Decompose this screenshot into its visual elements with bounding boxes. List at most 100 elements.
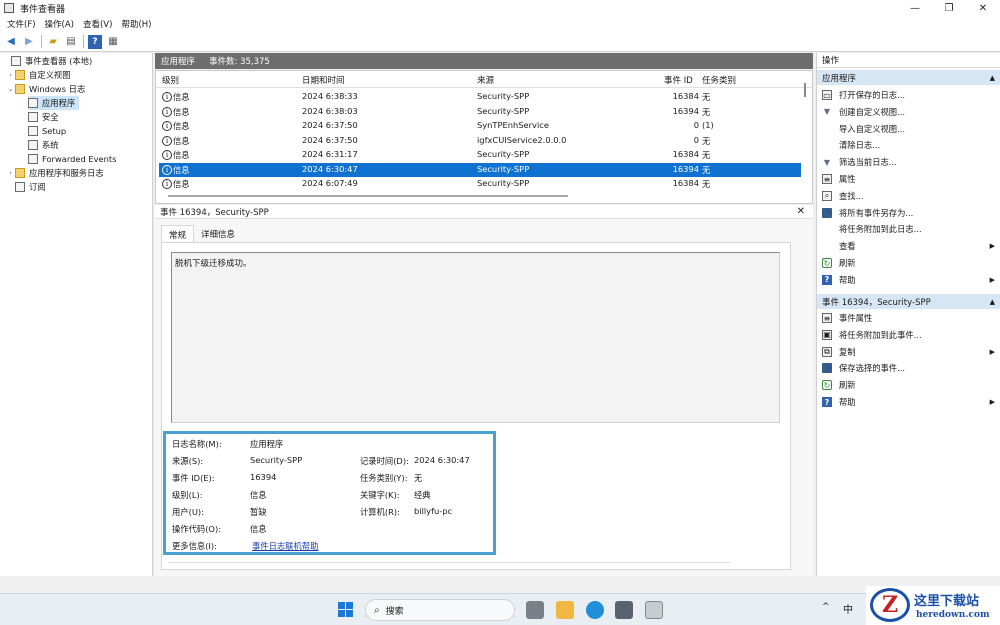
action-item[interactable]: ↻ 刷新 xyxy=(817,255,1000,271)
menu-view[interactable]: 查看(V) xyxy=(83,18,112,30)
find-icon: ⌕ xyxy=(822,190,832,201)
tree-item-application[interactable]: 应用程序 xyxy=(28,96,80,110)
copy-icon: ⧉ xyxy=(822,346,832,357)
up-folder-icon[interactable]: ▰ xyxy=(46,35,60,49)
close-button[interactable]: ✕ xyxy=(966,0,1000,16)
vertical-scrollbar[interactable] xyxy=(804,83,806,97)
cell-source: Security-SPP xyxy=(477,91,530,101)
prop-label: 来源(S): xyxy=(172,456,204,466)
event-viewer-taskbar-icon[interactable] xyxy=(645,601,663,619)
action-item[interactable]: 将任务附加到此日志... xyxy=(817,221,1000,237)
cell-event-id: 0 xyxy=(693,120,699,130)
online-help-link[interactable]: 事件日志联机帮助 xyxy=(252,540,318,552)
action-label: 将任务附加到此日志... xyxy=(839,224,922,235)
tree-label: 应用程序 xyxy=(42,98,76,108)
tree-item-custom-views[interactable]: › 自定义视图 xyxy=(6,68,71,82)
tree-item-forwarded-events[interactable]: Forwarded Events xyxy=(28,152,116,166)
table-row[interactable]: i 信息 2024 6:38:03 Security-SPP 16394 无 xyxy=(159,105,801,119)
action-item[interactable]: ⌕ 查找... xyxy=(817,188,1000,204)
menu-help[interactable]: 帮助(H) xyxy=(121,18,151,30)
edge-browser-icon[interactable] xyxy=(586,601,604,619)
event-message-box[interactable]: 脱机下级迁移成功。 xyxy=(171,252,780,423)
action-item[interactable]: ▭ 打开保存的日志... xyxy=(817,87,1000,103)
action-item[interactable]: ▣ 将任务附加到此事件... xyxy=(817,327,1000,343)
tab-general[interactable]: 常规 xyxy=(161,225,195,243)
column-source[interactable]: 来源 xyxy=(477,74,494,86)
action-item[interactable]: 清除日志... xyxy=(817,137,1000,153)
prop-log-name: 应用程序 xyxy=(250,439,284,449)
action-item[interactable]: ≡ 事件属性 xyxy=(817,310,1000,326)
menu-action[interactable]: 操作(A) xyxy=(45,18,74,30)
event-message: 脱机下级迁移成功。 xyxy=(175,259,252,269)
forward-arrow-icon[interactable]: ▶ xyxy=(22,35,36,49)
action-item[interactable]: 将所有事件另存为... xyxy=(817,205,1000,221)
back-arrow-icon[interactable]: ◀ xyxy=(4,35,18,49)
action-item[interactable]: ≡ 属性 xyxy=(817,171,1000,187)
action-item[interactable]: 保存选择的事件... xyxy=(817,360,1000,376)
expand-chevron-icon[interactable]: › xyxy=(6,71,15,79)
expand-chevron-icon[interactable]: › xyxy=(6,169,15,177)
tree-item-system[interactable]: 系统 xyxy=(28,138,59,152)
collapse-chevron-icon[interactable]: ⌄ xyxy=(6,85,15,93)
title-bar: 事件查看器 — ❐ ✕ xyxy=(0,0,1000,16)
folder-icon: ▭ xyxy=(822,90,832,100)
tab-details[interactable]: 详细信息 xyxy=(194,225,242,243)
table-row[interactable]: i 信息 2024 6:30:47 Security-SPP 16394 无 xyxy=(159,162,801,177)
submenu-arrow-icon: ▶ xyxy=(989,275,995,284)
action-item[interactable]: ▼ 筛选当前日志... xyxy=(817,154,1000,170)
cell-source: Security-SPP xyxy=(477,178,530,188)
action-pane-icon[interactable]: ▦ xyxy=(106,35,120,49)
action-item[interactable]: ⧉ 复制 ▶ xyxy=(817,344,1000,360)
console-tree-icon[interactable]: ▤ xyxy=(64,35,78,49)
action-item[interactable]: ? 帮助 ▶ xyxy=(817,394,1000,410)
tree-label: Windows 日志 xyxy=(29,84,86,94)
tree-item-windows-logs[interactable]: ⌄ Windows 日志 xyxy=(6,82,85,96)
tree-label: 自定义视图 xyxy=(29,70,71,80)
tree-item-setup[interactable]: Setup xyxy=(28,124,66,138)
taskbar-search[interactable]: ⌕ 搜索 xyxy=(365,599,515,621)
action-item[interactable]: ↻ 刷新 xyxy=(817,377,1000,393)
store-icon[interactable] xyxy=(615,601,633,619)
ime-indicator[interactable]: 中 xyxy=(843,601,853,616)
table-row[interactable]: i 信息 2024 6:37:50 igfxCUIService2.0.0.0 0 无 xyxy=(159,134,801,148)
action-item[interactable]: 导入自定义视图... xyxy=(817,121,1000,137)
column-datetime[interactable]: 日期和时间 xyxy=(302,74,345,86)
collapse-arrow-icon[interactable]: ▲ xyxy=(990,74,995,82)
column-event-id[interactable]: 事件 ID xyxy=(664,74,693,86)
prop-user: 暂缺 xyxy=(250,507,267,517)
column-level[interactable]: 级别 xyxy=(162,74,179,86)
minimize-button[interactable]: — xyxy=(898,0,932,16)
tree-item-app-service-logs[interactable]: › 应用程序和服务日志 xyxy=(6,166,104,180)
bottom-scrollbar[interactable] xyxy=(168,562,730,563)
help-icon[interactable]: ? xyxy=(88,34,102,49)
maximize-button[interactable]: ❐ xyxy=(932,0,966,16)
tray-chevron-icon[interactable]: ^ xyxy=(822,602,830,612)
task-view-icon[interactable] xyxy=(526,601,544,619)
collapse-arrow-icon[interactable]: ▲ xyxy=(990,298,995,306)
cell-task-category: 无 xyxy=(702,150,711,160)
actions-section-application[interactable]: 应用程序 ▲ xyxy=(817,70,1000,85)
cell-source: Security-SPP xyxy=(477,105,530,116)
horizontal-scrollbar[interactable] xyxy=(168,195,568,197)
action-item[interactable]: ▼ 创建自定义视图... xyxy=(817,104,1000,120)
info-icon: i xyxy=(162,106,172,117)
column-task-category[interactable]: 任务类别 xyxy=(702,74,736,86)
windows-start-icon[interactable] xyxy=(338,602,353,617)
file-explorer-icon[interactable] xyxy=(556,601,574,619)
menu-file[interactable]: 文件(F) xyxy=(7,18,36,30)
tree-item-subscriptions[interactable]: 订阅 xyxy=(15,180,46,194)
table-row[interactable]: i 信息 2024 6:07:49 Security-SPP 16384 无 xyxy=(159,177,801,191)
tree-label: 订阅 xyxy=(29,182,46,192)
action-item[interactable]: ? 帮助 ▶ xyxy=(817,272,1000,288)
tree-root[interactable]: 事件查看器 (本地) xyxy=(2,54,92,68)
tree-item-security[interactable]: 安全 xyxy=(28,110,59,124)
action-item[interactable]: 查看 ▶ xyxy=(817,238,1000,254)
table-row[interactable]: i 信息 2024 6:31:17 Security-SPP 16384 无 xyxy=(159,148,801,162)
actions-section-event[interactable]: 事件 16394，Security-SPP ▲ xyxy=(817,294,1000,309)
table-row[interactable]: i 信息 2024 6:38:33 Security-SPP 16384 无 xyxy=(159,90,801,104)
event-detail-title: 事件 16394，Security-SPP xyxy=(160,207,269,218)
close-icon[interactable]: ✕ xyxy=(797,206,805,217)
table-row[interactable]: i 信息 2024 6:37:50 SynTPEnhService 0 (1) xyxy=(159,119,801,133)
log-title: 应用程序 xyxy=(161,57,196,67)
action-label: 导入自定义视图... xyxy=(839,123,905,134)
